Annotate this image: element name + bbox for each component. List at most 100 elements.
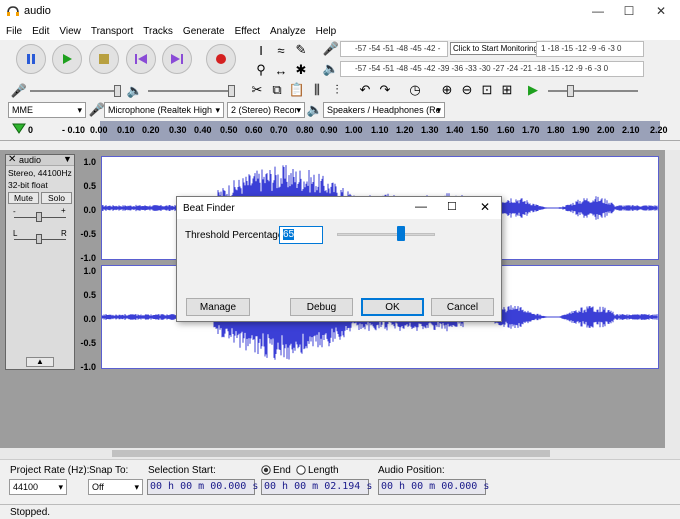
menu-tracks[interactable]: Tracks [143, 26, 173, 37]
track-format-line2: 32-bit float [8, 180, 48, 190]
menu-help[interactable]: Help [316, 26, 337, 37]
play-speed-thumb[interactable] [567, 85, 574, 97]
gain-plus-label: + [61, 206, 66, 215]
vertical-scrollbar[interactable] [665, 150, 680, 448]
menu-view[interactable]: View [59, 26, 81, 37]
draw-tool-icon[interactable]: ✎ [292, 41, 310, 59]
audio-host-select[interactable]: MME [8, 102, 86, 118]
collapse-track-button[interactable]: ▲ [26, 357, 54, 367]
menu-edit[interactable]: Edit [32, 26, 49, 37]
menu-bar: File Edit View Transport Tracks Generate… [0, 22, 680, 40]
close-button[interactable]: ✕ [645, 0, 677, 22]
record-meter-scale-left[interactable]: -57 -54 -51 -48 -45 -42 - [340, 41, 448, 57]
pause-button[interactable] [16, 44, 46, 74]
recording-channels-select[interactable]: 2 (Stereo) Recor [227, 102, 305, 118]
envelope-tool-icon[interactable]: ≈ [272, 41, 290, 59]
selection-tool-icon[interactable]: I [252, 41, 270, 59]
ruler-tick-label: 1.90 [572, 125, 590, 135]
playback-volume-thumb[interactable] [228, 85, 235, 97]
audio-position-time[interactable]: 00 h 00 m 00.000 s [378, 479, 489, 495]
menu-effect[interactable]: Effect [235, 26, 260, 37]
track-close-icon[interactable]: ✕ [8, 154, 16, 165]
copy-icon[interactable]: ⧉ [268, 81, 286, 99]
end-radio[interactable] [261, 465, 271, 475]
record-meter-icon[interactable]: 🎤 [322, 40, 340, 58]
fit-selection-icon[interactable]: ⊡ [478, 81, 496, 99]
skip-to-start-button[interactable] [126, 44, 156, 74]
y-axis-label-right: 1.0 [83, 266, 96, 276]
multi-tool-icon[interactable]: ✱ [292, 61, 310, 79]
playback-device-select[interactable]: Speakers / Headphones (Re [323, 102, 445, 118]
selection-end-time[interactable]: 00 h 00 m 02.194 s [261, 479, 372, 495]
playback-volume-slider[interactable] [148, 90, 234, 92]
dialog-maximize-button[interactable]: ☐ [447, 200, 457, 213]
sync-lock-icon[interactable]: ◷ [406, 81, 424, 99]
horizontal-scrollbar-thumb[interactable] [112, 450, 550, 457]
selection-start-label: Selection Start: [148, 465, 216, 476]
mute-button[interactable]: Mute [8, 192, 39, 204]
recording-device-select[interactable]: Microphone (Realtek High [104, 102, 224, 118]
zoom-tool-icon[interactable]: ⚲ [252, 61, 270, 79]
pan-slider-thumb[interactable] [36, 234, 42, 244]
menu-file[interactable]: File [6, 26, 22, 37]
menu-generate[interactable]: Generate [183, 26, 225, 37]
pin-head-icon[interactable] [12, 123, 26, 135]
track-name-bar[interactable]: ✕ audio ▼ [6, 154, 74, 166]
selection-start-time[interactable]: 00 h 00 m 00.000 s [147, 479, 258, 495]
skip-start-icon [135, 54, 147, 64]
redo-icon[interactable]: ↷ [376, 81, 394, 99]
paste-icon[interactable]: 📋 [288, 81, 306, 99]
play-meter-icon[interactable]: 🔈 [322, 60, 340, 78]
ruler-tick-label: 1.60 [497, 125, 515, 135]
track-name: audio [19, 155, 42, 165]
stop-button[interactable] [89, 44, 119, 74]
menu-analyze[interactable]: Analyze [270, 26, 306, 37]
gain-slider-thumb[interactable] [36, 212, 42, 222]
pan-left-label: L [13, 229, 18, 238]
threshold-slider-thumb[interactable] [396, 226, 405, 241]
start-monitoring-label[interactable]: Click to Start Monitoring [450, 42, 541, 55]
playback-meter[interactable]: -57 -54 -51 -48 -45 -42 -39 -36 -33 -30 … [340, 61, 644, 77]
ruler-tick-label: 1.20 [396, 125, 414, 135]
minimize-button[interactable]: — [582, 0, 614, 22]
silence-icon[interactable]: ⫶ [328, 81, 346, 99]
solo-button[interactable]: Solo [41, 192, 72, 204]
track-menu-icon[interactable]: ▼ [63, 154, 72, 164]
ok-button[interactable]: OK [361, 298, 424, 316]
play-speed-slider[interactable] [548, 90, 638, 92]
skip-to-end-button[interactable] [162, 44, 192, 74]
ruler-tick-label: 0.00 [90, 125, 108, 135]
zoom-out-icon[interactable]: ⊖ [458, 81, 476, 99]
cancel-button[interactable]: Cancel [431, 298, 494, 316]
length-radio[interactable] [296, 465, 306, 475]
maximize-button[interactable]: ☐ [613, 0, 645, 22]
play-at-speed-icon[interactable]: ▶ [524, 81, 542, 99]
debug-button[interactable]: Debug [290, 298, 353, 316]
y-axis-label-left: -1.0 [80, 253, 96, 263]
dialog-minimize-button[interactable]: — [415, 199, 427, 213]
record-volume-slider[interactable] [30, 90, 120, 92]
dialog-close-button[interactable]: ✕ [480, 200, 490, 214]
threshold-value: 65 [283, 229, 295, 240]
threshold-label: Threshold Percentage: [185, 230, 287, 241]
timeshift-tool-icon[interactable]: ↔ [272, 61, 290, 79]
record-meter-scale-right[interactable]: 1 -18 -15 -12 -9 -6 -3 0 [536, 41, 644, 57]
threshold-slider[interactable] [337, 233, 435, 236]
play-button[interactable] [52, 44, 82, 74]
zoom-in-icon[interactable]: ⊕ [438, 81, 456, 99]
play-icon [63, 54, 72, 64]
record-volume-thumb[interactable] [114, 85, 121, 97]
ruler-tick-label: 0.10 [117, 125, 135, 135]
snap-to-select[interactable]: Off [88, 479, 143, 495]
cut-icon[interactable]: ✂ [248, 81, 266, 99]
project-rate-select[interactable]: 44100 [9, 479, 67, 495]
menu-transport[interactable]: Transport [91, 26, 133, 37]
record-button[interactable] [206, 44, 236, 74]
trim-icon[interactable]: ⫼ [308, 81, 326, 99]
undo-icon[interactable]: ↶ [356, 81, 374, 99]
title-bar: audio — ☐ ✕ [0, 0, 680, 22]
ruler-tick-label: - 0.10 [62, 125, 86, 135]
threshold-input[interactable]: 65 [279, 226, 323, 244]
manage-button[interactable]: Manage [186, 298, 250, 316]
fit-project-icon[interactable]: ⊞ [498, 81, 516, 99]
